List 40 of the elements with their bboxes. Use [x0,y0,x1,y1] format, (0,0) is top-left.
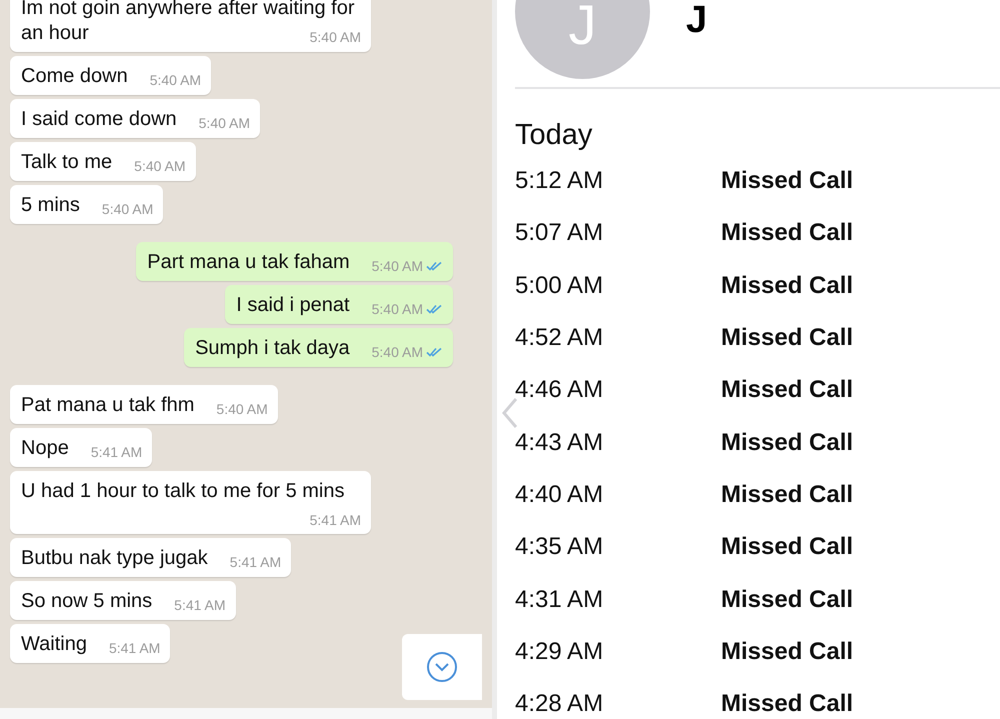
call-type: Missed Call [721,167,854,196]
message-bubble: U had 1 hour to talk to me for 5 mins 5:41 AM [10,471,371,534]
message-bubble: Talk to me 5:40 AM [10,142,196,181]
message-bubble: I said come down 5:40 AM [10,99,260,138]
message-bubble: Waiting 5:41 AM [10,624,170,663]
call-type: Missed Call [721,586,854,614]
call-time: 4:29 AM [515,638,604,666]
call-time: 4:46 AM [515,376,604,404]
call-time: 4:43 AM [515,428,604,457]
section-heading: Today [515,118,594,153]
call-time: 4:52 AM [515,324,604,352]
call-type: Missed Call [721,480,854,509]
call-type: Missed Call [721,428,854,457]
message-bubble: I said i penat 5:40 AM [225,285,453,324]
call-time: 4:35 AM [515,533,604,562]
message-bubble: 5 mins 5:40 AM [10,185,164,224]
scroll-down-button[interactable] [402,634,482,700]
message-bubble: Butbu nak type jugak 5:41 AM [10,538,292,577]
message-bubble: Come down 5:40 AM [10,56,212,95]
call-time: 4:31 AM [515,586,604,614]
call-type: Missed Call [721,690,854,718]
message-bubble: Nope 5:41 AM [10,428,152,467]
call-time: 5:12 AM [515,167,604,196]
message-bubble: Sumph i tak daya 5:40 AM [184,328,453,367]
avatar: J [515,0,650,79]
call-time: 4:40 AM [515,480,604,509]
message-bubble: Pat mana u tak fhm 5:40 AM [10,385,278,424]
call-time: 4:28 AM [515,690,604,718]
call-type: Missed Call [721,376,854,404]
call-type: Missed Call [721,272,854,300]
message-bubble: So now 5 mins 5:41 AM [10,581,236,620]
call-type: Missed Call [721,324,854,352]
call-type: Missed Call [721,638,854,666]
call-type: Missed Call [721,533,854,562]
call-type: Missed Call [721,219,854,248]
contact-name: J [686,0,708,40]
call-time: 5:07 AM [515,219,604,248]
message-bubble: Part mana u tak faham 5:40 AM [136,242,453,281]
call-time: 5:00 AM [515,272,604,300]
chevron-down-icon [426,651,458,683]
